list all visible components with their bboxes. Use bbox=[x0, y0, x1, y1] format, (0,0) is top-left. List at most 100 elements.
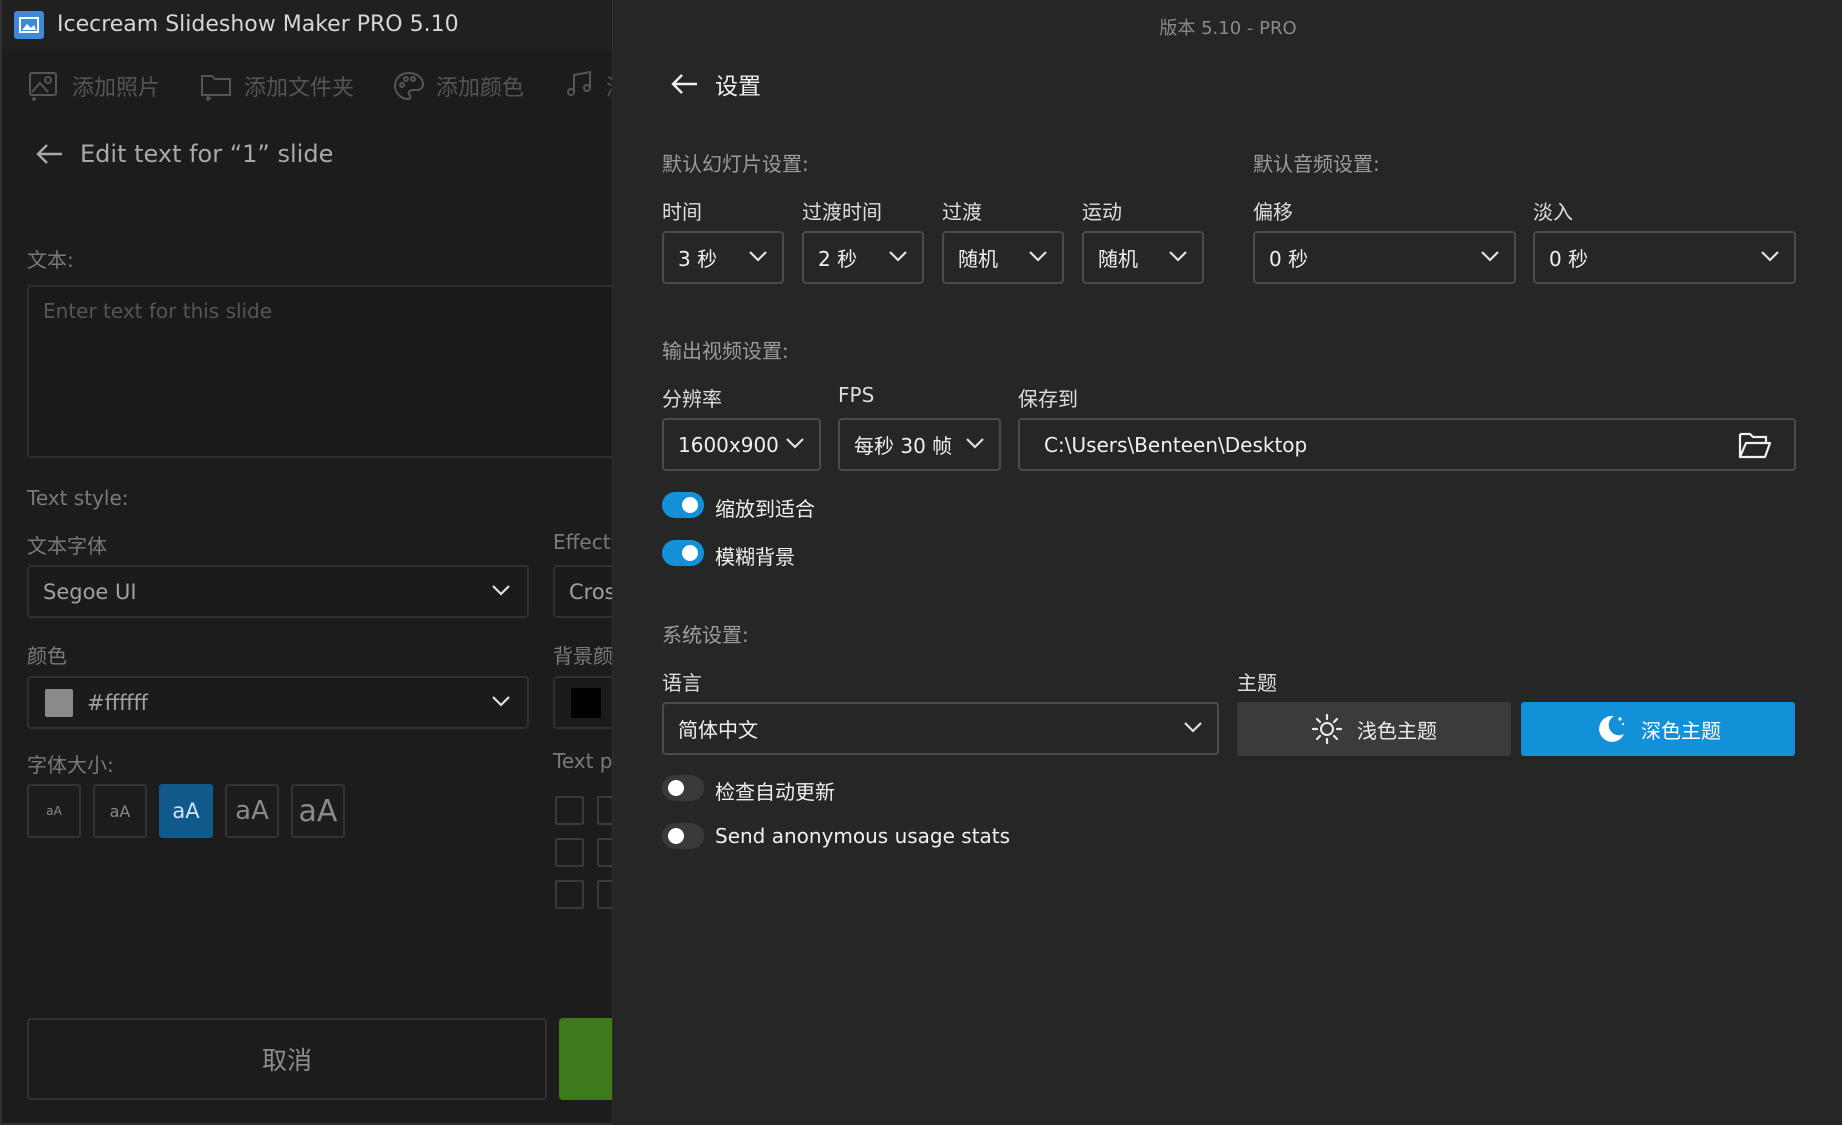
auto-update-toggle[interactable] bbox=[662, 775, 704, 801]
toolbar-label: 添加文件夹 bbox=[244, 76, 355, 101]
dark-theme-button[interactable]: 深色主题 bbox=[1521, 702, 1795, 756]
open-folder-icon[interactable] bbox=[1738, 430, 1772, 460]
add-photo-button[interactable]: 添加照片 bbox=[28, 66, 160, 106]
text-position-label: Text po bbox=[553, 749, 612, 773]
transition-time-dropdown[interactable]: 2 秒 bbox=[802, 231, 924, 284]
chevron-down-icon bbox=[748, 249, 768, 263]
chevron-down-icon bbox=[1760, 249, 1780, 263]
dark-theme-label: 深色主题 bbox=[1641, 718, 1721, 743]
toggle-knob bbox=[668, 780, 684, 796]
effect-dropdown[interactable]: Cros bbox=[553, 565, 612, 618]
toggle-knob bbox=[682, 545, 698, 561]
fps-dropdown[interactable]: 每秒 30 帧 bbox=[838, 418, 1001, 471]
resolution-value: 1600x900 bbox=[678, 432, 779, 457]
add-folder-button[interactable]: 添加文件夹 bbox=[200, 66, 354, 106]
language-dropdown[interactable]: 简体中文 bbox=[662, 702, 1219, 755]
duration-dropdown[interactable]: 3 秒 bbox=[662, 231, 784, 284]
chevron-down-icon bbox=[491, 694, 511, 708]
version-label: 版本 5.10 - PRO bbox=[1159, 18, 1297, 39]
transition-dropdown[interactable]: 随机 bbox=[942, 231, 1064, 284]
slide-settings-heading: 默认幻灯片设置: bbox=[662, 152, 809, 176]
color-dropdown[interactable]: #ffffff bbox=[27, 676, 529, 729]
text-position-middle-left[interactable] bbox=[555, 838, 584, 867]
transition-time-value: 2 秒 bbox=[818, 247, 858, 271]
font-size-s-button[interactable]: aA bbox=[93, 784, 147, 838]
transition-label: 过渡 bbox=[942, 200, 982, 224]
chevron-down-icon bbox=[785, 436, 805, 450]
scale-to-fit-toggle[interactable] bbox=[662, 492, 704, 518]
language-label: 语言 bbox=[662, 671, 702, 695]
toolbar-label: 添加照片 bbox=[72, 76, 161, 101]
usage-stats-label: Send anonymous usage stats bbox=[715, 824, 1011, 848]
edit-title: Edit text for “1” slide bbox=[80, 140, 334, 168]
resolution-label: 分辨率 bbox=[662, 387, 722, 411]
text-position-middle-center[interactable] bbox=[597, 838, 612, 867]
bg-color-swatch bbox=[571, 687, 601, 718]
duration-label: 时间 bbox=[662, 200, 702, 224]
transition-time-label: 过渡时间 bbox=[802, 200, 882, 224]
text-position-top-center[interactable] bbox=[597, 796, 612, 825]
text-label: 文本: bbox=[27, 248, 74, 272]
auto-update-label: 检查自动更新 bbox=[715, 780, 835, 804]
add-music-icon bbox=[564, 70, 596, 102]
back-arrow-icon[interactable] bbox=[34, 142, 64, 166]
system-settings-heading: 系统设置: bbox=[662, 623, 749, 647]
cancel-button[interactable]: 取消 bbox=[27, 1018, 547, 1100]
chevron-down-icon bbox=[1168, 249, 1188, 263]
chevron-down-icon bbox=[888, 249, 908, 263]
fade-in-value: 0 秒 bbox=[1549, 247, 1589, 271]
offset-value: 0 秒 bbox=[1269, 247, 1309, 271]
blur-background-toggle[interactable] bbox=[662, 540, 704, 566]
font-size-l-button[interactable]: aA bbox=[225, 784, 279, 838]
toolbar-label: 添加颜色 bbox=[436, 76, 525, 101]
palette-icon bbox=[392, 70, 426, 102]
font-size-xs-button[interactable]: aA bbox=[27, 784, 81, 838]
language-value: 简体中文 bbox=[678, 718, 758, 742]
duration-value: 3 秒 bbox=[678, 247, 718, 271]
font-value: Segoe UI bbox=[43, 579, 137, 604]
text-position-bottom-left[interactable] bbox=[555, 880, 584, 909]
blur-background-label: 模糊背景 bbox=[715, 545, 795, 569]
back-arrow-icon[interactable] bbox=[669, 72, 699, 96]
sun-icon bbox=[1311, 713, 1343, 745]
scale-to-fit-label: 缩放到适合 bbox=[715, 497, 815, 521]
add-color-button[interactable]: 添加颜色 bbox=[392, 66, 524, 106]
effect-value: Cros bbox=[569, 579, 612, 604]
fps-label: FPS bbox=[838, 383, 875, 407]
font-label: 文本字体 bbox=[27, 534, 107, 558]
save-to-label: 保存到 bbox=[1018, 387, 1078, 411]
light-theme-label: 浅色主题 bbox=[1357, 718, 1437, 743]
text-position-top-left[interactable] bbox=[555, 796, 584, 825]
save-button[interactable] bbox=[559, 1018, 612, 1100]
add-photo-icon bbox=[28, 70, 62, 102]
offset-dropdown[interactable]: 0 秒 bbox=[1253, 231, 1516, 284]
save-path-field[interactable]: C:\Users\Benteen\Desktop bbox=[1018, 418, 1796, 471]
editor-window: Icecream Slideshow Maker PRO 5.10 添加照片 添… bbox=[0, 0, 612, 1125]
audio-settings-heading: 默认音频设置: bbox=[1253, 152, 1380, 176]
chevron-down-icon bbox=[1480, 249, 1500, 263]
fade-in-dropdown[interactable]: 0 秒 bbox=[1533, 231, 1796, 284]
slide-text-input[interactable]: Enter text for this slide bbox=[27, 285, 612, 458]
color-swatch bbox=[45, 688, 73, 717]
theme-label: 主题 bbox=[1237, 671, 1277, 695]
font-size-xl-button[interactable]: aA bbox=[291, 784, 345, 838]
motion-dropdown[interactable]: 随机 bbox=[1082, 231, 1204, 284]
font-size-m-button[interactable]: aA bbox=[159, 784, 213, 838]
bg-color-dropdown[interactable] bbox=[553, 676, 612, 729]
font-dropdown[interactable]: Segoe UI bbox=[27, 565, 529, 618]
transition-value: 随机 bbox=[958, 247, 998, 271]
resolution-dropdown[interactable]: 1600x900 bbox=[662, 418, 821, 471]
usage-stats-toggle[interactable] bbox=[662, 823, 704, 849]
title-bar: Icecream Slideshow Maker PRO 5.10 bbox=[2, 0, 612, 50]
chevron-down-icon bbox=[1183, 720, 1203, 734]
light-theme-button[interactable]: 浅色主题 bbox=[1237, 702, 1511, 756]
color-label: 颜色 bbox=[27, 644, 67, 668]
add-music-button[interactable]: 添 bbox=[564, 66, 612, 106]
bg-color-label: 背景颜 bbox=[553, 644, 612, 668]
text-style-label: Text style: bbox=[27, 486, 129, 510]
text-position-bottom-center[interactable] bbox=[597, 880, 612, 909]
fade-in-label: 淡入 bbox=[1533, 200, 1573, 224]
toolbar: 添加照片 添加文件夹 添加颜色 添 bbox=[2, 58, 612, 116]
motion-value: 随机 bbox=[1098, 247, 1138, 271]
effect-label: Effect bbox=[553, 530, 611, 554]
